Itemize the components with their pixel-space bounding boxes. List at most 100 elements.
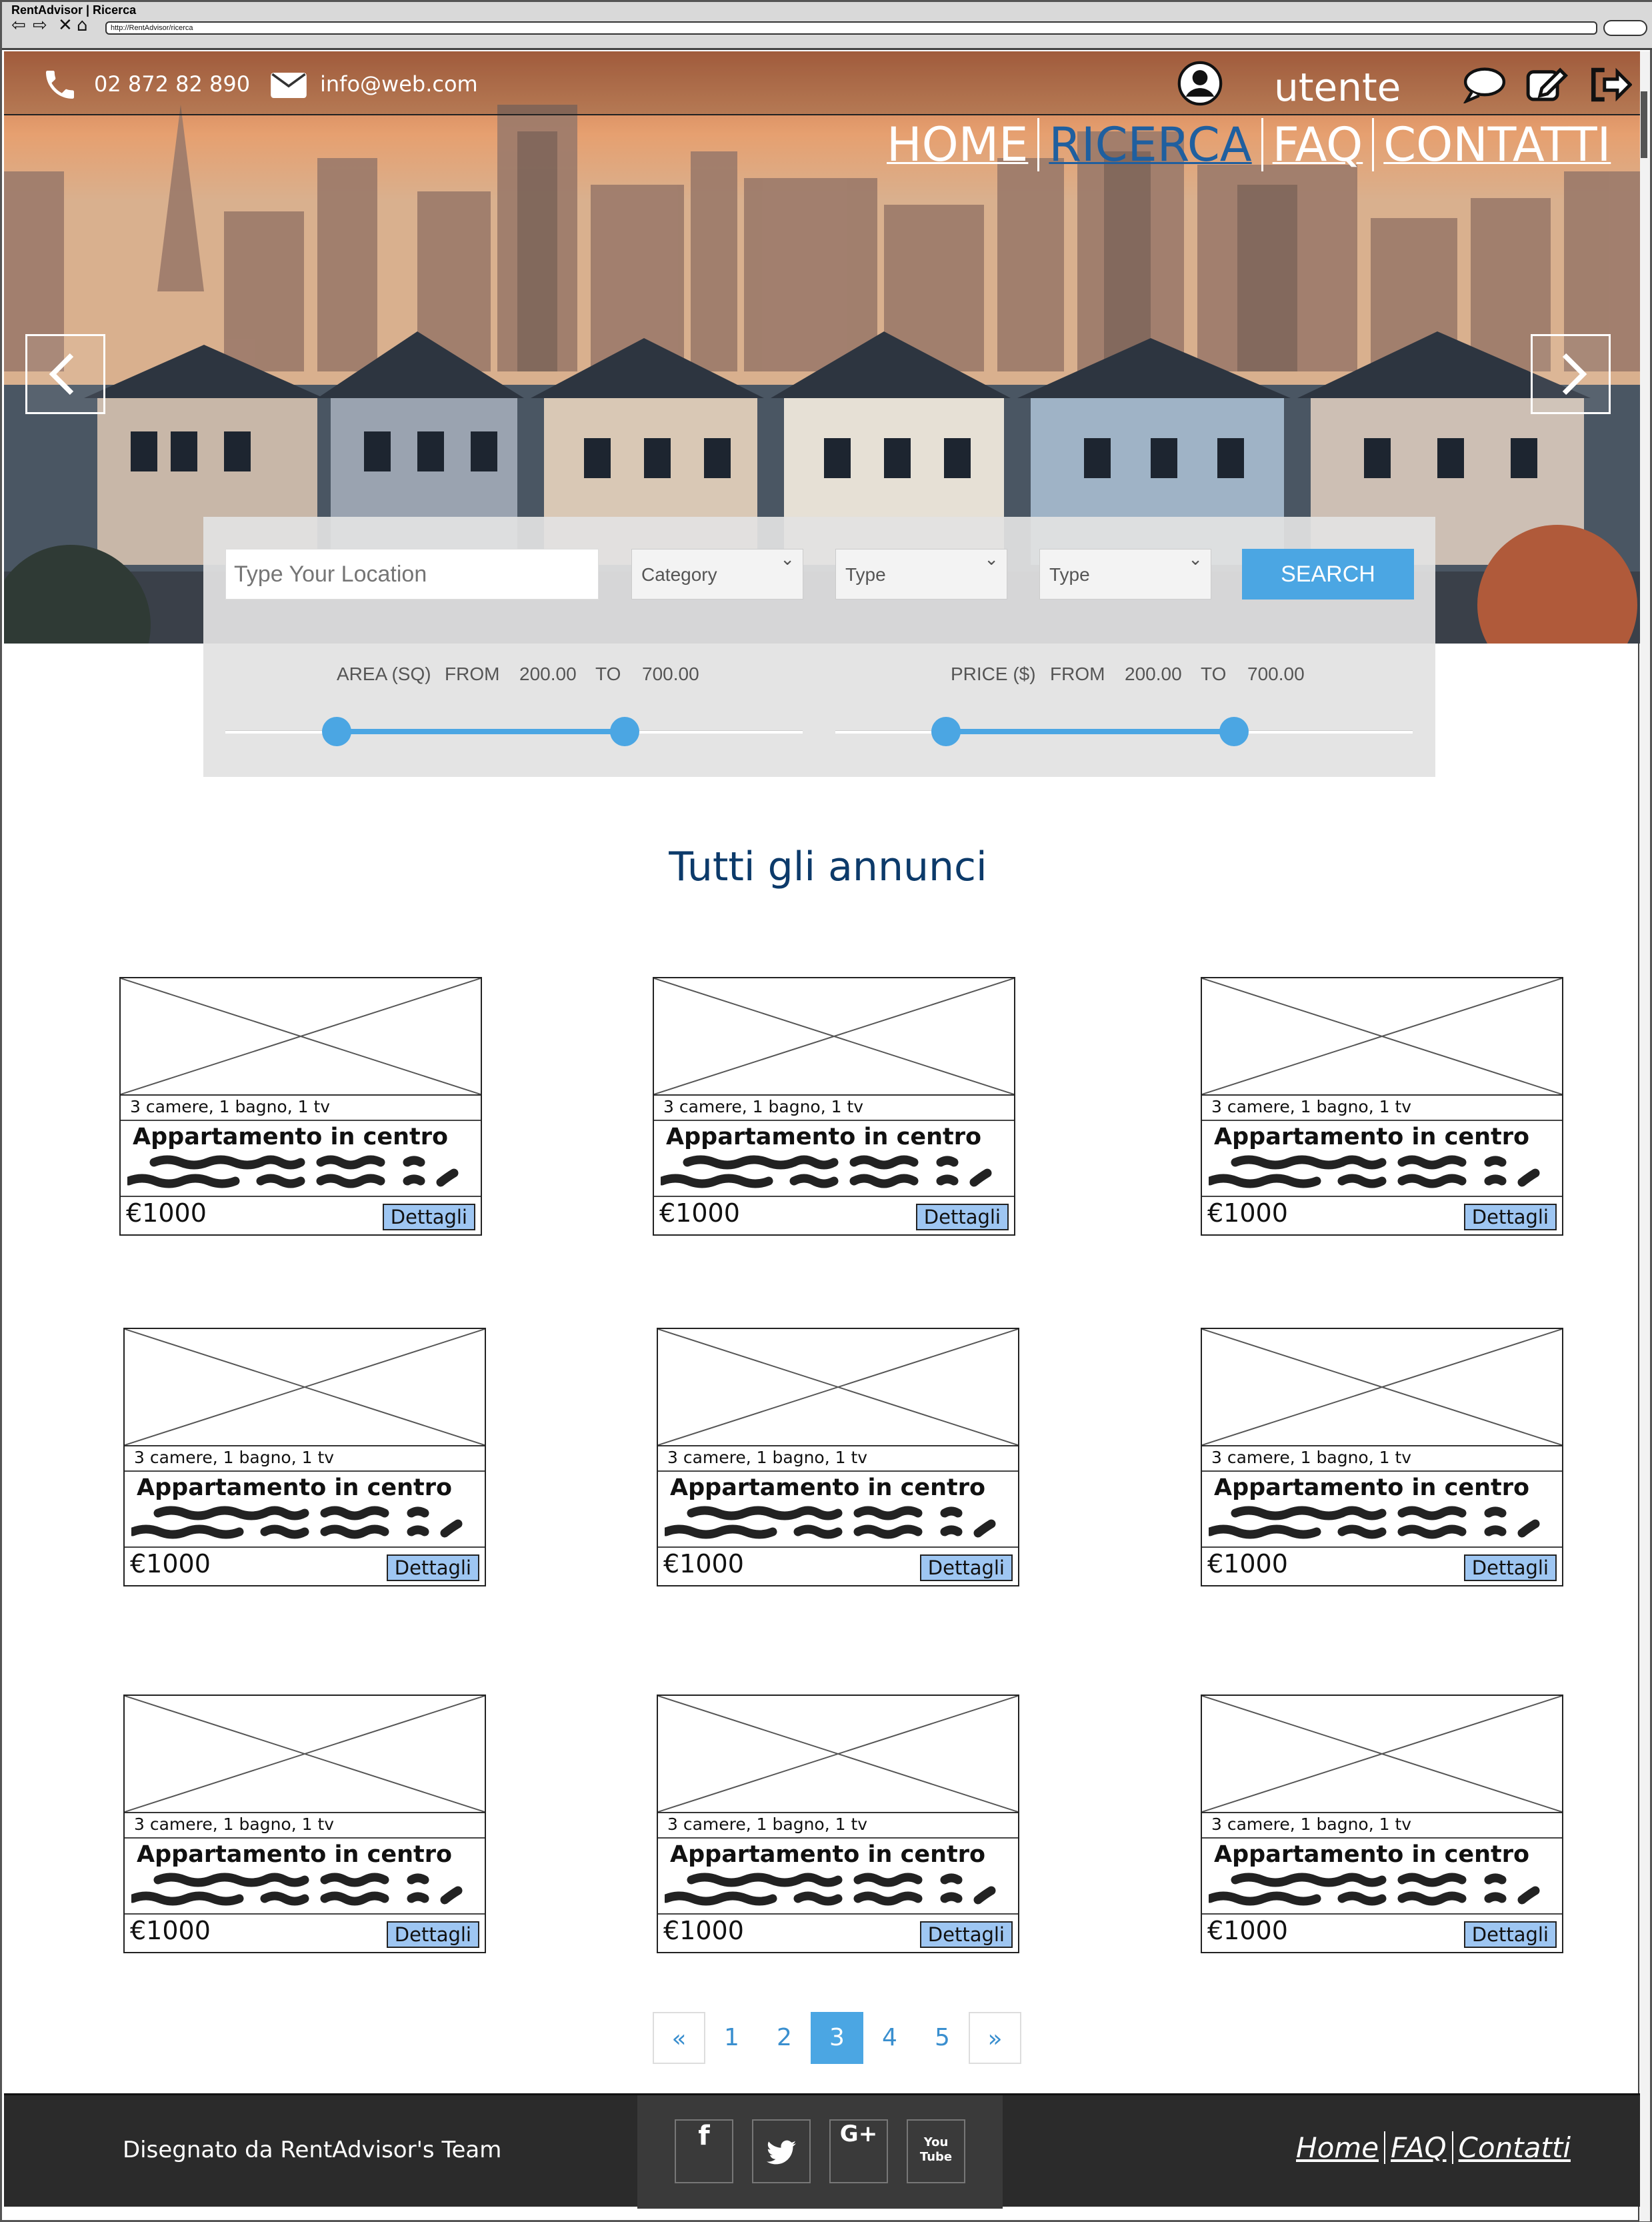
youtube-icon[interactable]: You Tube: [907, 2119, 965, 2183]
phone-number: 02 872 82 890: [94, 71, 251, 97]
search-panel: Category ⌄ Type ⌄ Type ⌄ SEARCH AREA (SQ) F…: [203, 517, 1435, 777]
category-select[interactable]: Category ⌄: [631, 549, 803, 600]
listing-details-button[interactable]: Dettagli: [919, 1921, 1013, 1948]
chevron-right-icon: [1562, 353, 1587, 395]
address-bar[interactable]: http://RentAdvisor/ricerca: [105, 21, 1597, 35]
area-slider-min-handle[interactable]: [322, 717, 351, 746]
forward-icon[interactable]: ⇨: [33, 15, 47, 35]
facebook-icon[interactable]: f: [675, 2119, 733, 2183]
footer-link-contatti[interactable]: Contatti: [1453, 2131, 1576, 2164]
listing-price: €1000: [663, 1549, 744, 1578]
listing-details-button[interactable]: Dettagli: [1463, 1204, 1557, 1230]
location-input[interactable]: [225, 549, 599, 600]
listing-title: Appartamento in centro: [1214, 1474, 1530, 1501]
category-select-value: Category: [641, 564, 717, 585]
listing-image-placeholder: [657, 1695, 1019, 1813]
browser-chrome: RentAdvisor | Ricerca ⇦ ⇨ ✕ ⌂ http://Ren…: [2, 2, 1652, 50]
nav-faq[interactable]: FAQ: [1263, 118, 1375, 171]
price-slider-min-handle[interactable]: [931, 717, 961, 746]
area-label: AREA (SQ): [337, 664, 431, 684]
listing-price: €1000: [659, 1198, 740, 1228]
listing-features: 3 camere, 1 bagno, 1 tv: [134, 1448, 335, 1467]
pagination-page[interactable]: 1: [705, 2012, 758, 2064]
listing-image-placeholder: [124, 1695, 485, 1813]
back-icon[interactable]: ⇦: [11, 15, 26, 35]
listing-details-button[interactable]: Dettagli: [919, 1554, 1013, 1581]
listing-title: Appartamento in centro: [137, 1841, 453, 1868]
price-to-label: TO: [1201, 664, 1227, 684]
price-slider-range: [946, 729, 1234, 734]
chevron-down-icon: ⌄: [984, 549, 999, 570]
pagination-page[interactable]: 2: [758, 2012, 811, 2064]
chevron-down-icon: ⌄: [1188, 549, 1203, 570]
chat-icon[interactable]: [1463, 66, 1507, 103]
listing-details-button[interactable]: Dettagli: [1463, 1921, 1557, 1948]
nav-home[interactable]: HOME: [877, 118, 1040, 171]
footer-link-home[interactable]: Home: [1291, 2131, 1386, 2164]
home-icon[interactable]: ⌂: [77, 15, 88, 35]
listing-title: Appartamento in centro: [1214, 1124, 1530, 1150]
google-plus-icon[interactable]: G+: [829, 2119, 888, 2183]
listing-price: €1000: [1207, 1549, 1288, 1578]
nav-ricerca[interactable]: RICERCA: [1039, 118, 1263, 171]
listing-description-scribble: [665, 1873, 996, 1906]
pagination-page-current[interactable]: 3: [811, 2012, 863, 2064]
listings-heading: Tutti gli annunci: [669, 844, 987, 890]
pagination-page[interactable]: 4: [863, 2012, 916, 2064]
carousel-next-button[interactable]: [1531, 334, 1611, 414]
listing-details-button[interactable]: Dettagli: [382, 1204, 475, 1230]
user-avatar-icon[interactable]: [1177, 61, 1223, 106]
listing-card: 3 camere, 1 bagno, 1 tv Appartamento in c…: [1201, 1328, 1563, 1586]
chevron-down-icon: ⌄: [780, 549, 795, 570]
logout-icon[interactable]: [1588, 66, 1632, 103]
window-title: RentAdvisor | Ricerca: [11, 3, 137, 17]
area-to-label: TO: [595, 664, 621, 684]
listing-description-scribble: [1209, 1506, 1540, 1539]
listing-details-button[interactable]: Dettagli: [386, 1554, 479, 1581]
browser-search-field[interactable]: [1603, 20, 1647, 36]
listing-details-button[interactable]: Dettagli: [386, 1921, 479, 1948]
price-slider-max-handle[interactable]: [1219, 717, 1249, 746]
email-address[interactable]: info@web.com: [320, 71, 478, 97]
nav-contatti[interactable]: CONTATTI: [1374, 118, 1620, 171]
listing-card: 3 camere, 1 bagno, 1 tv Appartamento in c…: [657, 1328, 1019, 1586]
listing-image-placeholder: [653, 978, 1015, 1096]
type-select-2[interactable]: Type ⌄: [1039, 549, 1211, 600]
listing-price: €1000: [1207, 1916, 1288, 1945]
listing-title: Appartamento in centro: [670, 1474, 986, 1501]
listing-description-scribble: [127, 1155, 459, 1188]
listing-title: Appartamento in centro: [137, 1474, 453, 1501]
type-select-2-value: Type: [1049, 564, 1090, 585]
search-button[interactable]: SEARCH: [1242, 549, 1414, 600]
type-select-1[interactable]: Type ⌄: [835, 549, 1007, 600]
edit-icon[interactable]: [1525, 66, 1569, 103]
footer-link-faq[interactable]: FAQ: [1385, 2131, 1453, 2164]
listing-image-placeholder: [1201, 1328, 1563, 1446]
pagination-page[interactable]: 5: [916, 2012, 969, 2064]
area-from-value: 200.00: [519, 664, 577, 684]
stop-icon[interactable]: ✕: [58, 15, 73, 35]
listing-description-scribble: [665, 1506, 996, 1539]
pagination-prev[interactable]: «: [653, 2012, 705, 2064]
price-from-label: FROM: [1050, 664, 1105, 684]
area-to-value: 700.00: [642, 664, 699, 684]
username-label[interactable]: utente: [1274, 65, 1401, 110]
area-from-label: FROM: [445, 664, 500, 684]
area-slider-max-handle[interactable]: [610, 717, 639, 746]
listing-details-button[interactable]: Dettagli: [915, 1204, 1009, 1230]
listing-description-scribble: [131, 1506, 463, 1539]
area-slider-range: [337, 729, 625, 734]
scrollbar-thumb[interactable]: [1641, 91, 1647, 158]
listing-features: 3 camere, 1 bagno, 1 tv: [1211, 1448, 1412, 1467]
listing-details-button[interactable]: Dettagli: [1463, 1554, 1557, 1581]
listing-price: €1000: [130, 1916, 211, 1945]
listing-price: €1000: [130, 1549, 211, 1578]
twitter-icon[interactable]: [752, 2119, 811, 2183]
listing-title: Appartamento in centro: [1214, 1841, 1530, 1868]
listing-description-scribble: [1209, 1155, 1540, 1188]
pagination-next[interactable]: »: [969, 2012, 1021, 2064]
carousel-prev-button[interactable]: [25, 334, 105, 414]
listing-card: 3 camere, 1 bagno, 1 tv Appartamento in c…: [123, 1328, 486, 1586]
footer-credit: Disegnato da RentAdvisor's Team: [123, 2137, 502, 2163]
price-from-value: 200.00: [1125, 664, 1182, 684]
